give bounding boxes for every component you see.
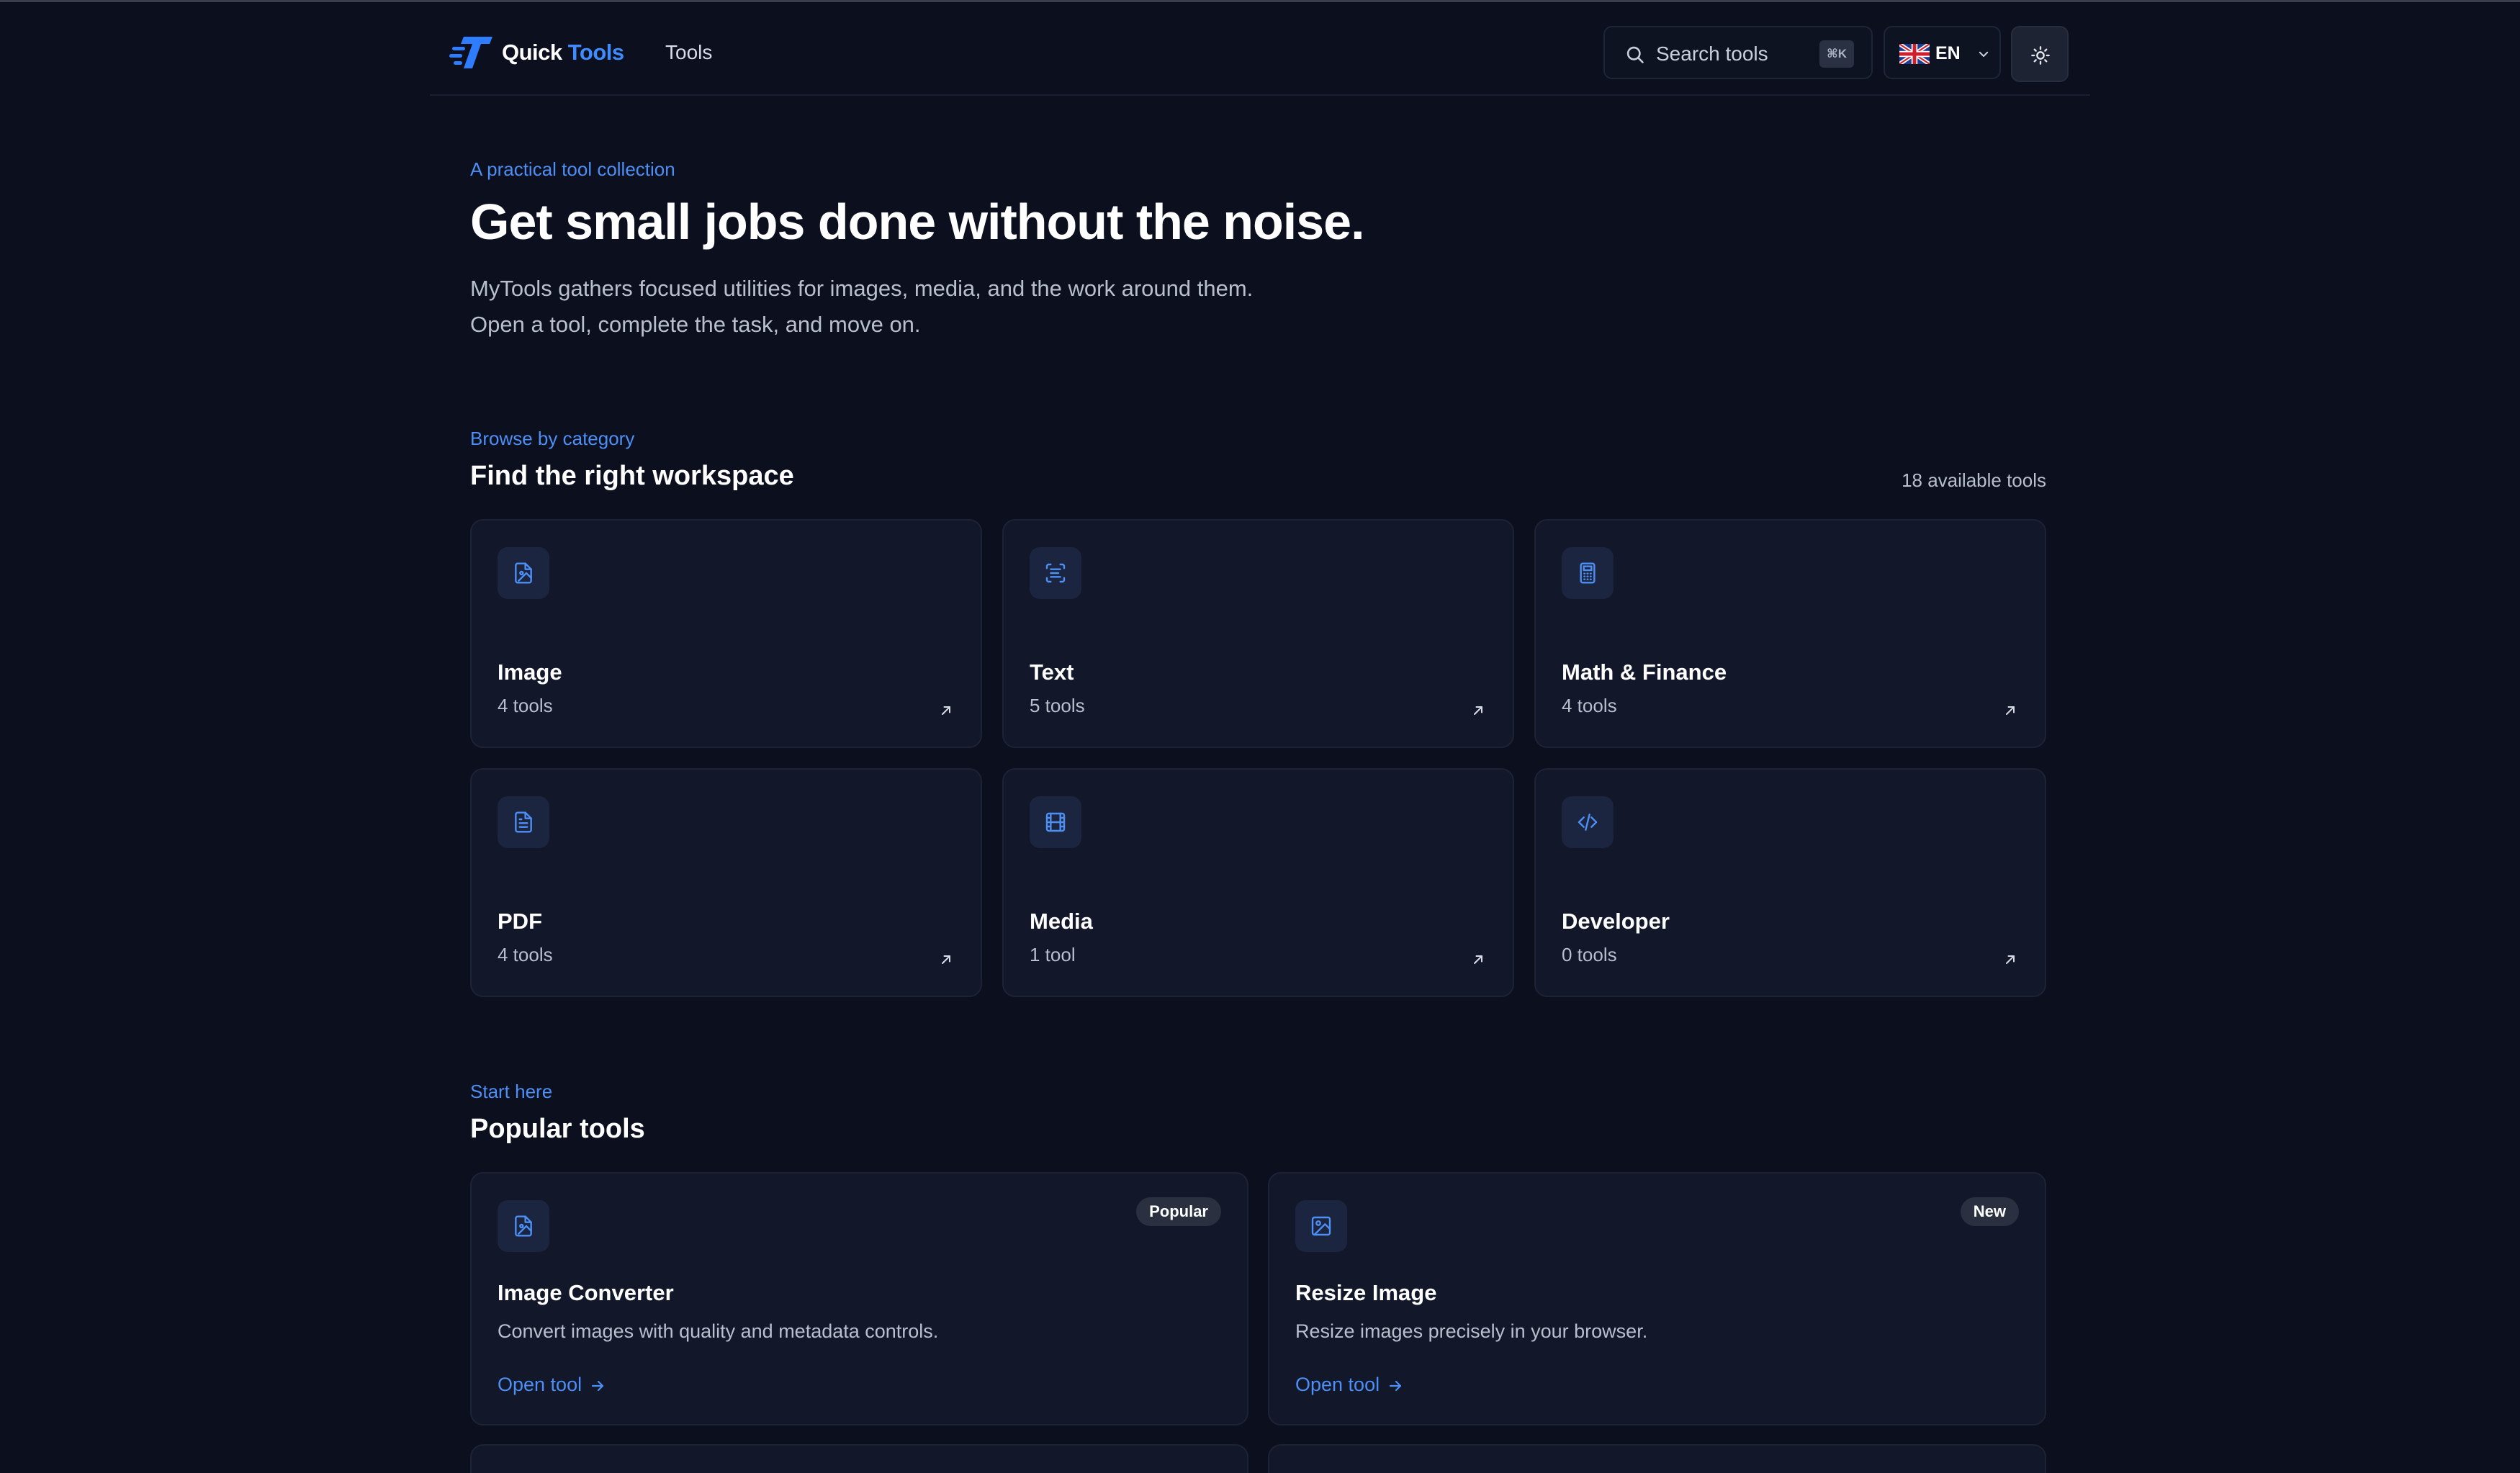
tool-card-resize-image[interactable]: New Resize Image Resize images precisely… — [1268, 1172, 2046, 1425]
image-file-icon — [515, 562, 532, 584]
arrow-up-right-icon — [2006, 955, 2015, 964]
hero-description-line2: Open a tool, complete the task, and move… — [470, 312, 921, 337]
category-name: PDF — [498, 909, 542, 934]
categories-eyebrow: Browse by category — [470, 428, 635, 449]
brand-name-part2: Tools — [567, 40, 624, 65]
calculator-icon — [1580, 562, 1596, 584]
language-selector[interactable]: EN — [1884, 26, 2001, 79]
theme-toggle-button[interactable] — [2011, 26, 2069, 82]
category-name: Math & Finance — [1562, 659, 1727, 685]
hero-title: Get small jobs done without the noise. — [470, 194, 1365, 250]
tool-card-partial[interactable] — [470, 1444, 1248, 1473]
brand-name[interactable]: Quick Tools — [502, 40, 624, 66]
tool-name: Image Converter — [498, 1280, 674, 1305]
category-card-image[interactable]: Image 4 tools — [470, 519, 982, 748]
category-card-media[interactable]: Media 1 tool — [1002, 768, 1514, 997]
category-card-math-finance[interactable]: Math & Finance 4 tools — [1534, 519, 2046, 748]
category-icon-box — [1030, 796, 1081, 848]
code-icon — [1578, 814, 1598, 831]
sun-icon — [2031, 46, 2050, 65]
category-name: Text — [1030, 659, 1074, 685]
open-tool-label: Open tool — [1295, 1374, 1380, 1395]
category-count: 4 tools — [498, 944, 553, 965]
tool-card-partial[interactable] — [1268, 1444, 2046, 1473]
category-icon-box — [1562, 796, 1614, 848]
arrow-up-right-icon — [1474, 955, 1482, 964]
language-code: EN — [1935, 43, 1961, 63]
uk-flag-icon — [1899, 44, 1930, 64]
arrow-up-right-icon — [942, 706, 950, 715]
popular-badge: Popular — [1136, 1197, 1221, 1226]
category-count: 4 tools — [498, 695, 553, 716]
open-tool-link[interactable]: Open tool — [1295, 1374, 1404, 1396]
tool-icon-box — [1295, 1200, 1347, 1252]
arrow-up-right-icon — [2006, 706, 2015, 715]
category-icon-box — [1030, 547, 1081, 599]
category-name: Image — [498, 659, 562, 685]
category-card-pdf[interactable]: PDF 4 tools — [470, 768, 982, 997]
category-count: 4 tools — [1562, 695, 1617, 716]
category-count: 1 tool — [1030, 944, 1076, 965]
popular-eyebrow: Start here — [470, 1081, 553, 1102]
category-count: 0 tools — [1562, 944, 1617, 965]
brand-name-part1: Quick — [502, 40, 562, 65]
hero-description-line1: MyTools gathers focused utilities for im… — [470, 276, 1254, 301]
tool-description: Resize images precisely in your browser. — [1295, 1320, 1648, 1342]
category-card-developer[interactable]: Developer 0 tools — [1534, 768, 2046, 997]
hero-eyebrow: A practical tool collection — [470, 158, 675, 180]
category-name: Developer — [1562, 909, 1670, 934]
search-placeholder: Search tools — [1656, 42, 1768, 65]
category-name: Media — [1030, 909, 1093, 934]
tool-description: Convert images with quality and metadata… — [498, 1320, 939, 1342]
site-header: Quick Tools Tools Search tools ⌘K EN — [430, 2, 2090, 96]
category-icon-box — [498, 796, 549, 848]
tool-name: Resize Image — [1295, 1280, 1437, 1305]
image-file-icon — [515, 1215, 532, 1237]
category-icon-box — [498, 547, 549, 599]
document-icon — [515, 811, 532, 833]
search-icon — [1626, 46, 1644, 63]
new-badge: New — [1960, 1197, 2019, 1226]
film-icon — [1045, 812, 1066, 832]
arrow-up-right-icon — [1474, 706, 1482, 715]
popular-title: Popular tools — [470, 1114, 645, 1144]
tool-icon-box — [498, 1200, 549, 1252]
quicktools-logo-icon[interactable] — [449, 34, 495, 71]
chevron-down-icon — [1979, 51, 1989, 57]
category-icon-box — [1562, 547, 1614, 599]
picture-icon — [1311, 1216, 1331, 1236]
arrow-right-icon — [1389, 1380, 1402, 1391]
category-card-text[interactable]: Text 5 tools — [1002, 519, 1514, 748]
search-button[interactable]: Search tools ⌘K — [1603, 26, 1873, 79]
nav-tools-link[interactable]: Tools — [665, 41, 712, 64]
tool-card-image-converter[interactable]: Popular Image Converter Convert images w… — [470, 1172, 1248, 1425]
arrow-up-right-icon — [942, 955, 950, 964]
categories-title: Find the right workspace — [470, 461, 794, 491]
available-tools-count: 18 available tools — [1902, 469, 2046, 491]
category-count: 5 tools — [1030, 695, 1085, 716]
search-shortcut-badge: ⌘K — [1819, 40, 1854, 68]
arrow-right-icon — [591, 1380, 604, 1391]
open-tool-link[interactable]: Open tool — [498, 1374, 606, 1396]
text-scan-icon — [1045, 563, 1066, 583]
open-tool-label: Open tool — [498, 1374, 582, 1395]
